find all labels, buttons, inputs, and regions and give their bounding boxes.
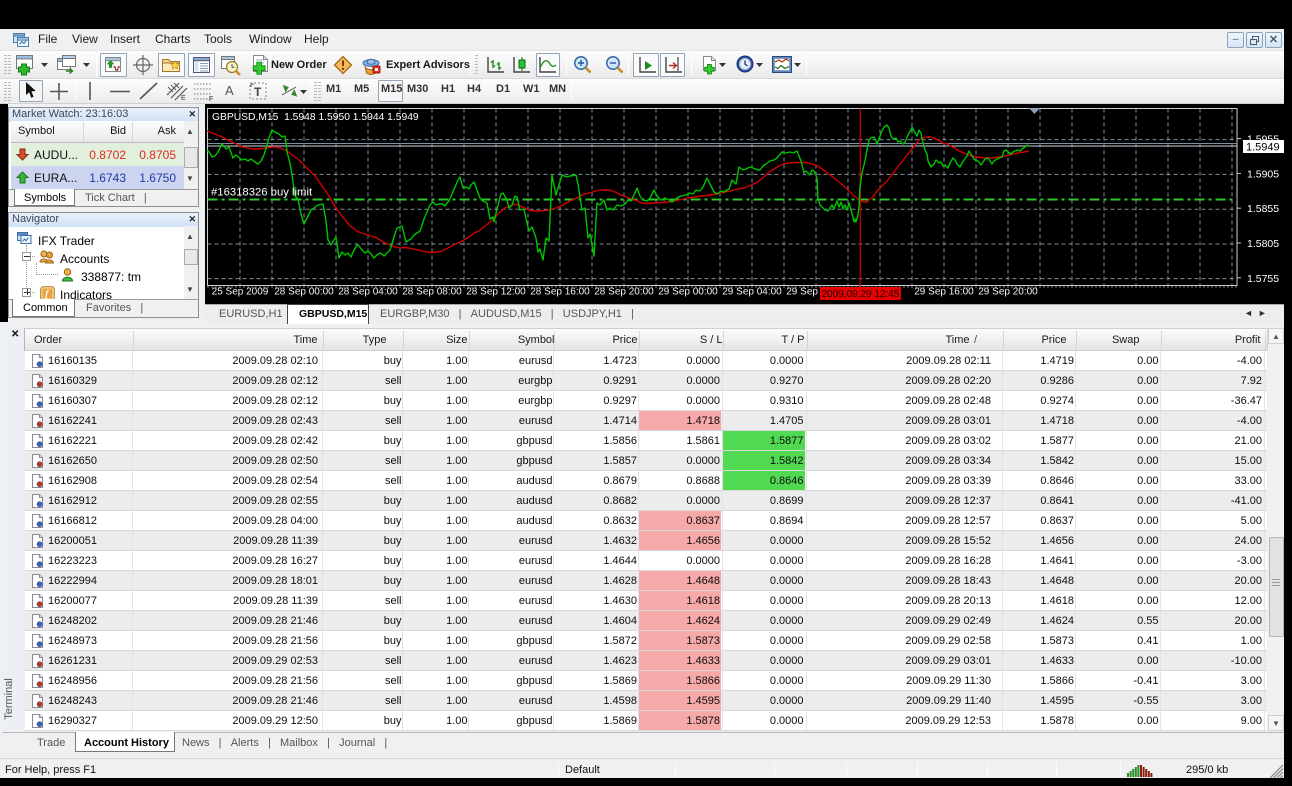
svg-text:28 Sep 08:00: 28 Sep 08:00 — [402, 287, 462, 298]
svg-text:T: T — [254, 85, 262, 99]
svg-text:2009.09.29 12:45: 2009.09.29 12:45 — [822, 289, 900, 300]
svg-text:1.5755: 1.5755 — [1247, 273, 1279, 285]
svg-text:28 Sep 00:00: 28 Sep 00:00 — [274, 287, 334, 298]
svg-text:29 Sep 00:00: 29 Sep 00:00 — [658, 287, 718, 298]
svg-text:28 Sep 20:00: 28 Sep 20:00 — [594, 287, 654, 298]
svg-text:1.5855: 1.5855 — [1247, 203, 1279, 215]
svg-text:28 Sep 16:00: 28 Sep 16:00 — [530, 287, 590, 298]
svg-text:#16318326 buy limit: #16318326 buy limit — [211, 187, 313, 199]
svg-text:GBPUSD,M15 1.5948 1.5950 1.59: GBPUSD,M15 1.5948 1.5950 1.5944 1.5949 — [212, 112, 419, 123]
svg-text:29 Sep 04:00: 29 Sep 04:00 — [722, 287, 782, 298]
svg-text:29 Sep 20:00: 29 Sep 20:00 — [978, 287, 1038, 298]
svg-text:1.5805: 1.5805 — [1247, 238, 1279, 250]
svg-text:F: F — [209, 96, 213, 101]
svg-text:E: E — [181, 95, 186, 101]
svg-text:28 Sep 04:00: 28 Sep 04:00 — [338, 287, 398, 298]
svg-text:25 Sep 2009: 25 Sep 2009 — [212, 287, 269, 298]
svg-text:28 Sep 12:00: 28 Sep 12:00 — [466, 287, 526, 298]
svg-text:29 Sep 16:00: 29 Sep 16:00 — [914, 287, 974, 298]
svg-text:1.5949: 1.5949 — [1246, 142, 1280, 154]
svg-text:1.5905: 1.5905 — [1247, 168, 1279, 180]
